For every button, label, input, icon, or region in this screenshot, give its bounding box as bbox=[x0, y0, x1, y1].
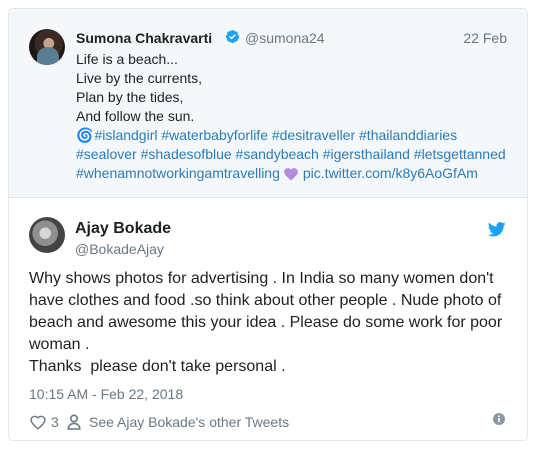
quoted-tweet-date[interactable]: 22 Feb bbox=[463, 30, 507, 46]
tweet-timestamp[interactable]: 10:15 AM - Feb 22, 2018 bbox=[29, 386, 183, 402]
spiral-emoji-icon: 🌀 bbox=[76, 127, 94, 143]
quoted-line: Plan by the tides, bbox=[76, 89, 184, 105]
person-icon[interactable] bbox=[67, 412, 81, 432]
reply-author-name[interactable]: Ajay Bokade bbox=[75, 220, 171, 238]
quoted-line: Life is a beach... bbox=[76, 51, 178, 67]
quoted-author-avatar[interactable] bbox=[29, 29, 65, 65]
twitter-bird-icon[interactable] bbox=[488, 222, 506, 237]
purple-heart-emoji-icon bbox=[284, 168, 298, 181]
hashtags[interactable]: #islandgirl #waterbabyforlife #desitrave… bbox=[94, 127, 457, 143]
reply-line: have clothes and food .so think about ot… bbox=[29, 292, 502, 309]
reply-tweet-text: Why shows photos for advertising . In In… bbox=[29, 268, 519, 378]
reply-line: Why shows photos for advertising . In In… bbox=[29, 270, 494, 287]
reply-line: Thanks please don't take personal . bbox=[29, 358, 286, 375]
quoted-author-name[interactable]: Sumona Chakravarti bbox=[76, 30, 212, 46]
hashtag-line: #whenamnotworkingamtravelling pic.twitter… bbox=[76, 164, 516, 183]
hashtag-line: 🌀#islandgirl #waterbabyforlife #desitrav… bbox=[76, 126, 516, 145]
quoted-tweet-text: Life is a beach... Live by the currents,… bbox=[76, 50, 516, 183]
like-heart-icon[interactable] bbox=[29, 412, 47, 432]
embedded-tweet-card: Sumona Chakravarti @sumona24 22 Feb Life… bbox=[8, 8, 528, 441]
hashtags[interactable]: #sealover #shadesofblue #sandybeach #ige… bbox=[76, 145, 516, 164]
other-tweets-link[interactable]: See Ajay Bokade's other Tweets bbox=[89, 412, 289, 432]
reply-author-avatar[interactable] bbox=[29, 217, 65, 253]
quoted-line: And follow the sun. bbox=[76, 108, 195, 124]
quoted-author-handle[interactable]: @sumona24 bbox=[245, 30, 325, 46]
quoted-tweet[interactable]: Sumona Chakravarti @sumona24 22 Feb Life… bbox=[9, 9, 527, 198]
reply-line: beach and awesome this your idea . Pleas… bbox=[29, 314, 503, 331]
quoted-line: Live by the currents, bbox=[76, 70, 203, 86]
reply-line: woman . bbox=[29, 336, 90, 353]
reply-author-handle[interactable]: @BokadeAjay bbox=[75, 241, 164, 257]
info-icon[interactable] bbox=[493, 413, 505, 425]
verified-badge-icon bbox=[225, 29, 240, 44]
like-count[interactable]: 3 bbox=[51, 412, 59, 432]
hashtags[interactable]: #whenamnotworkingamtravelling bbox=[76, 165, 280, 181]
pic-link[interactable]: pic.twitter.com/k8y6AoGfAm bbox=[303, 165, 478, 181]
